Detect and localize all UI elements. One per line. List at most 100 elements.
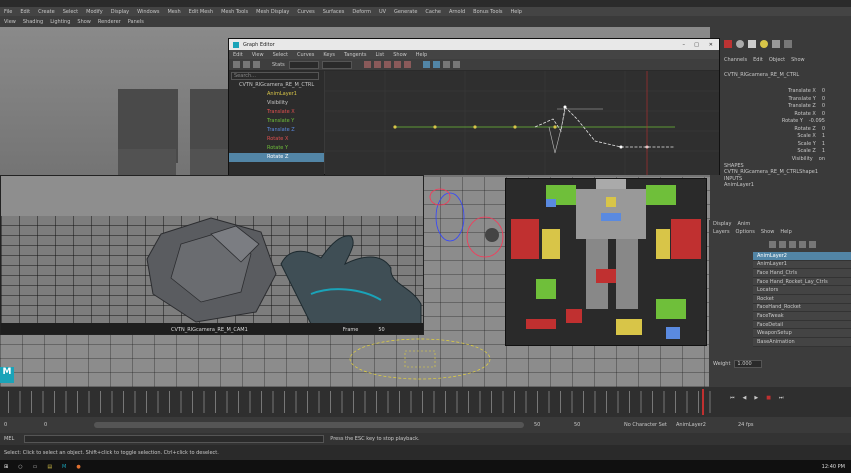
menu-mesh-tools[interactable]: Mesh Tools [221, 9, 248, 15]
menu-surfaces[interactable]: Surfaces [323, 9, 345, 15]
menu-arnold[interactable]: Arnold [449, 9, 465, 15]
minimize-button[interactable]: – [683, 42, 686, 48]
layer-editor-panel[interactable]: Display Anim Layers Options Show Help An… [709, 220, 851, 387]
sphere-shelf-icon[interactable] [736, 40, 744, 48]
tangent-stepped-icon[interactable] [393, 61, 401, 68]
range-start-field[interactable]: 0 [44, 422, 94, 428]
channel-row[interactable]: Rotate X 0 [720, 111, 851, 119]
viewport-menu-shading[interactable]: Shading [23, 19, 43, 25]
menu-curves[interactable]: Curves [297, 9, 314, 15]
layer-show-menu[interactable]: Show [761, 229, 775, 235]
layer-row[interactable]: Face Hand_Ctrls [753, 269, 851, 278]
layer-row[interactable]: FaceHand_Rocket [753, 303, 851, 313]
frame-all-icon[interactable] [422, 61, 430, 68]
menu-edit[interactable]: Edit [20, 9, 30, 15]
maya-taskbar-icon[interactable]: M [62, 464, 66, 470]
play-forward-icon[interactable]: ▶ [754, 395, 758, 401]
windows-start-icon[interactable]: ⊞ [4, 464, 8, 470]
fps-select[interactable]: 24 fps [738, 422, 754, 428]
weight-field[interactable]: 1.000 [734, 359, 763, 368]
menu-create[interactable]: Create [38, 9, 55, 15]
menu-mesh[interactable]: Mesh [167, 9, 180, 15]
tangent-clamped-icon[interactable] [383, 61, 391, 68]
light-shelf-icon[interactable] [748, 40, 756, 48]
graph-editor-title-bar[interactable]: Graph Editor – □ ✕ [229, 39, 719, 50]
go-to-start-icon[interactable]: ⏮ [730, 395, 735, 401]
range-slider[interactable] [94, 422, 524, 428]
viewport-menu-renderer[interactable]: Renderer [98, 19, 121, 25]
time-slider[interactable]: ⏮ ◀ ▶ ■ ⏭ [0, 387, 851, 417]
menu-select[interactable]: Select [63, 9, 78, 15]
red-shelf-icon[interactable] [724, 40, 732, 48]
new-layer-icon[interactable] [789, 240, 796, 248]
menu-cache[interactable]: Cache [425, 9, 441, 15]
menu-help[interactable]: Help [511, 9, 522, 15]
channel-object-menu[interactable]: Object [769, 57, 785, 63]
channels-menu[interactable]: Channels [724, 57, 747, 63]
channel-row[interactable]: Scale Y 1 [720, 141, 851, 149]
layer-row[interactable]: AnimLayer2 [753, 252, 851, 261]
channel-value[interactable]: on [819, 156, 825, 164]
task-view-icon[interactable]: ▭ [33, 464, 38, 470]
outliner-item[interactable]: Visibility [229, 99, 324, 108]
layers-menu[interactable]: Layers [713, 229, 730, 235]
outliner-item[interactable]: Rotate Y [229, 144, 324, 153]
channel-value[interactable]: 0 [822, 103, 825, 111]
camera-view-panel[interactable]: CVTN_RIGcamera_RE_M_CAM1 Frame 50 [0, 175, 424, 335]
insert-key-tool-icon[interactable] [243, 61, 250, 68]
start-frame-field[interactable]: 0 [4, 422, 44, 428]
buffer-curve-icon[interactable] [442, 61, 450, 68]
layer-from-selection-icon[interactable] [799, 240, 806, 248]
channel-show-menu[interactable]: Show [791, 57, 805, 63]
layer-row[interactable]: FaceTweak [753, 312, 851, 321]
robot-hand-model[interactable] [271, 224, 424, 324]
viewport-menu-show[interactable]: Show [77, 19, 91, 25]
settings-shelf-icon[interactable] [784, 40, 792, 48]
head-shelf-icon[interactable] [772, 40, 780, 48]
menu-file[interactable]: File [4, 9, 12, 15]
current-frame-marker[interactable] [702, 389, 704, 415]
layer-row[interactable]: BaseAnimation [753, 337, 851, 347]
tangent-flat-icon[interactable] [403, 61, 411, 68]
menu-mesh-display[interactable]: Mesh Display [256, 9, 289, 15]
timeline-ticks[interactable] [8, 391, 718, 413]
tangent-linear-icon[interactable] [373, 61, 381, 68]
channel-value[interactable]: 1 [822, 133, 825, 141]
viewport-menu-panels[interactable]: Panels [128, 19, 144, 25]
layer-row[interactable]: Locators [753, 286, 851, 295]
curve-graph[interactable] [325, 71, 719, 175]
delete-layer-icon[interactable] [809, 240, 816, 248]
maximize-button[interactable]: □ [694, 42, 699, 48]
browser-taskbar-icon[interactable]: ● [76, 464, 80, 470]
outliner-item[interactable]: Translate Z [229, 126, 324, 135]
tab-anim[interactable]: Anim [737, 221, 750, 227]
channel-row[interactable]: Rotate Y -0.095 [720, 118, 851, 126]
ge-menu-edit[interactable]: Edit [233, 52, 243, 58]
channel-value[interactable]: 1 [822, 148, 825, 156]
picker-body-diagram[interactable] [506, 179, 707, 346]
outliner-item-selected[interactable]: Rotate Z [229, 153, 324, 162]
ge-menu-tangents[interactable]: Tangents [344, 52, 366, 58]
tab-display[interactable]: Display [713, 221, 731, 227]
file-explorer-icon[interactable]: ▤ [47, 464, 52, 470]
step-back-icon[interactable]: ◀ [743, 395, 747, 401]
layer-options-menu[interactable]: Options [736, 229, 755, 235]
go-to-end-icon[interactable]: ⏭ [779, 395, 784, 401]
layer-row[interactable]: AnimLayer1 [753, 260, 851, 270]
shape-name[interactable]: CVTN_RIGcamera_RE_M_CTRLShape1 [720, 169, 851, 176]
end-frame-field[interactable]: 50 [574, 422, 624, 428]
search-icon[interactable]: ○ [18, 464, 22, 470]
rig-controls[interactable] [420, 177, 510, 287]
outliner-root-item[interactable]: CVTN_RIGcamera_RE_M_CTRL [229, 81, 324, 90]
ge-menu-select[interactable]: Select [273, 52, 288, 58]
channel-row[interactable]: Rotate Z 0 [720, 126, 851, 134]
stats-field[interactable] [288, 60, 319, 69]
layer-down-icon[interactable] [779, 240, 786, 248]
ge-menu-keys[interactable]: Keys [323, 52, 335, 58]
channel-box-panel[interactable]: Channels Edit Object Show CVTN_RIGcamera… [720, 38, 851, 188]
viewport-menu-view[interactable]: View [4, 19, 16, 25]
channel-row[interactable]: Translate Y 0 [720, 96, 851, 104]
outliner-item[interactable]: Rotate X [229, 135, 324, 144]
ge-menu-show[interactable]: Show [393, 52, 407, 58]
channel-row[interactable]: Translate Z 0 [720, 103, 851, 111]
